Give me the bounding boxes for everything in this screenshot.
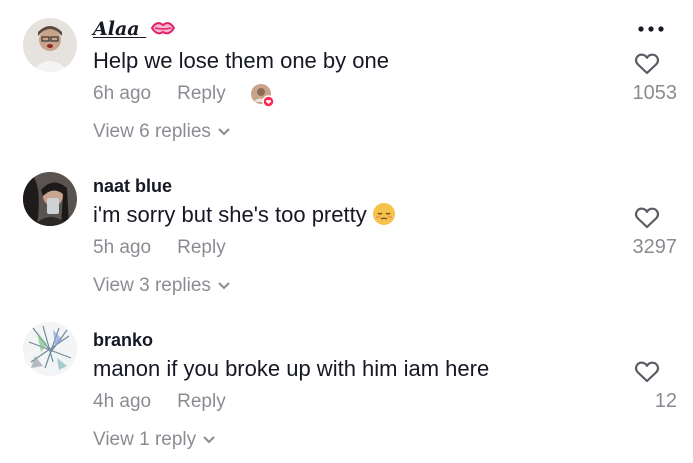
heart-icon[interactable]: [634, 52, 660, 76]
comment-text: Help we lose them one by one: [93, 48, 389, 73]
comment-time: 6h ago: [93, 83, 152, 104]
chevron-down-icon: [218, 128, 230, 136]
like-count: 3297: [632, 236, 678, 258]
like-count: 12: [654, 390, 677, 412]
view-replies-button[interactable]: View 6 replies: [93, 121, 231, 143]
comment-meta: 5h ago Reply: [93, 237, 226, 259]
comment-item: Alaa Help we lose them one by one 6h ago…: [0, 0, 693, 160]
comment-username[interactable]: branko: [93, 330, 153, 351]
kiss-mark-icon: [151, 22, 176, 35]
chevron-down-icon: [218, 282, 230, 290]
comment-text-body: i'm sorry but she's too pretty: [93, 202, 367, 227]
view-replies-button[interactable]: View 3 replies: [93, 275, 231, 297]
comment-text: i'm sorry but she's too pretty: [93, 202, 395, 228]
comment-meta: 6h ago Reply: [93, 83, 226, 105]
like-area: 12: [607, 360, 677, 413]
creator-liked-badge-icon: [251, 84, 274, 107]
view-replies-label: View 6 replies: [93, 121, 211, 142]
comment-username[interactable]: Alaa: [93, 18, 176, 40]
pensive-face-icon: [372, 203, 395, 225]
like-area: 3297: [607, 206, 677, 259]
comment-text: manon if you broke up with him iam here: [93, 356, 490, 381]
reply-button[interactable]: Reply: [177, 237, 226, 259]
comment-item: naat blue i'm sorry but she's too pretty…: [0, 160, 693, 310]
reply-button[interactable]: Reply: [177, 391, 226, 413]
heart-icon[interactable]: [634, 360, 660, 384]
avatar[interactable]: [23, 322, 77, 376]
view-replies-label: View 3 replies: [93, 275, 211, 296]
view-replies-button[interactable]: View 1 reply: [93, 429, 216, 451]
comment-time: 5h ago: [93, 237, 152, 258]
like-area: 1053: [607, 52, 677, 105]
avatar[interactable]: [23, 172, 77, 226]
heart-icon[interactable]: [634, 206, 660, 230]
comment-item: branko manon if you broke up with him ia…: [0, 310, 693, 463]
like-count: 1053: [632, 82, 678, 104]
reply-button[interactable]: Reply: [177, 83, 226, 105]
comment-time: 4h ago: [93, 391, 152, 412]
comment-meta: 4h ago Reply: [93, 391, 226, 413]
view-replies-label: View 1 reply: [93, 429, 197, 450]
avatar[interactable]: [23, 18, 77, 72]
chevron-down-icon: [203, 436, 215, 444]
comment-username[interactable]: naat blue: [93, 176, 172, 197]
